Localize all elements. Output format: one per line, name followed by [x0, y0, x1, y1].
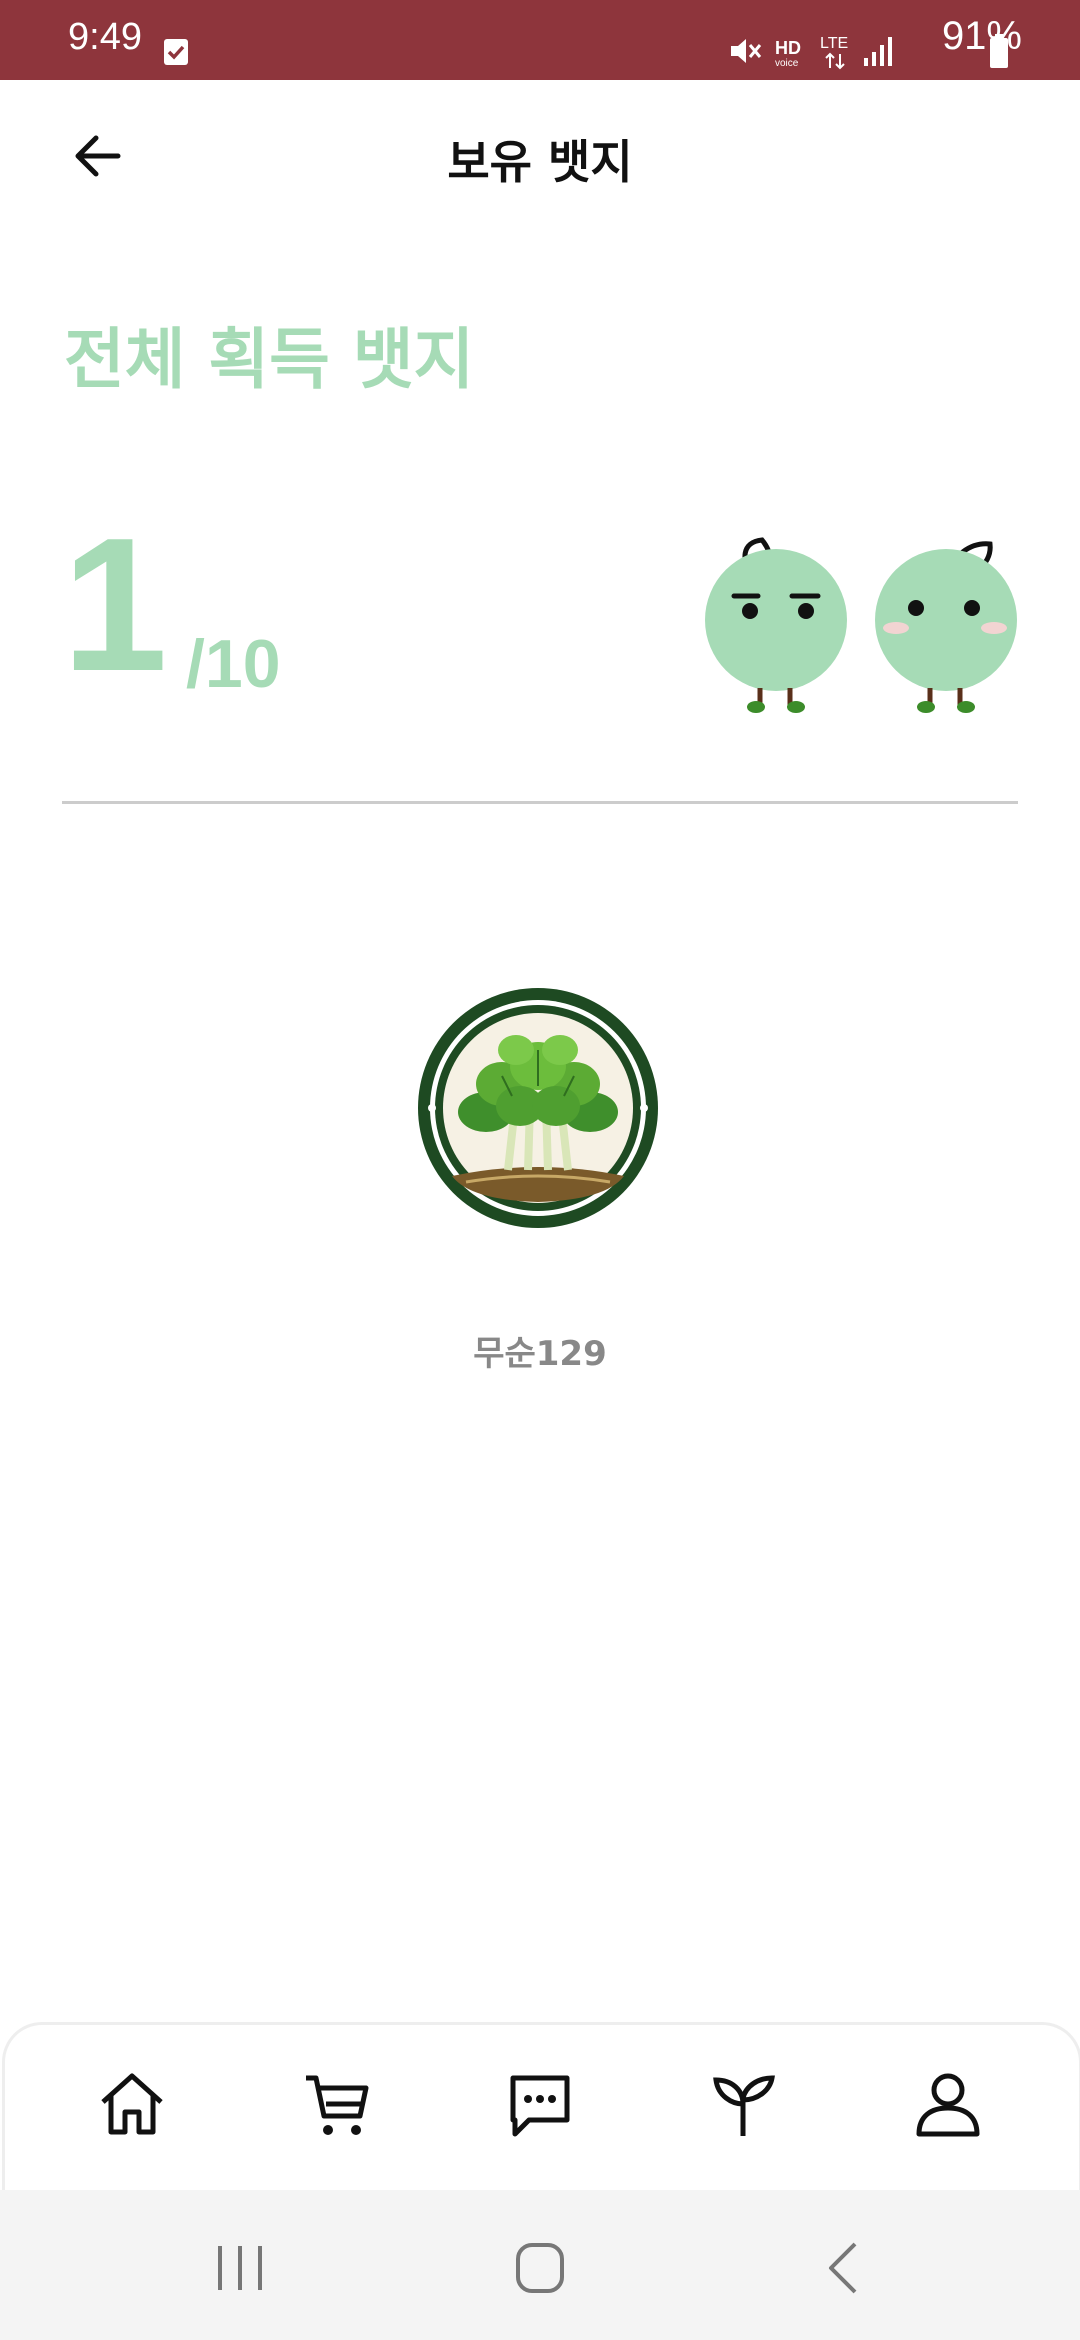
- badge-name: 무순129: [473, 1334, 607, 1374]
- home-icon[interactable]: [97, 2070, 167, 2140]
- signal-icon: [864, 37, 892, 66]
- svg-text:HD: HD: [775, 38, 801, 58]
- checkbox-notification-icon: [164, 39, 188, 65]
- sprout-icon[interactable]: [708, 2070, 778, 2140]
- page-title: 보유 뱃지: [447, 135, 633, 189]
- mute-icon: [731, 39, 762, 63]
- svg-text:voice: voice: [775, 58, 799, 69]
- total-count: /10: [186, 626, 281, 702]
- section-title: 전체 획득 뱃지: [64, 321, 475, 398]
- lte-icon: LTE: [820, 35, 848, 70]
- status-time: 9:49: [68, 16, 142, 58]
- pea-mascots-illustration: [705, 537, 1017, 713]
- hd-voice-icon: HD voice: [775, 38, 801, 69]
- status-bar: 9:49 HD voice LTE 91%: [0, 0, 1080, 80]
- cart-icon[interactable]: [302, 2070, 372, 2140]
- svg-text:LTE: LTE: [820, 35, 848, 52]
- back-chevron-icon[interactable]: [815, 2240, 875, 2296]
- mascot-right: [875, 541, 1017, 713]
- sprout-badge-icon[interactable]: [416, 986, 660, 1230]
- battery-icon: [990, 34, 1008, 68]
- divider: [62, 801, 1018, 804]
- mascot-left: [705, 537, 847, 713]
- home-circle-icon[interactable]: [510, 2240, 570, 2296]
- chat-icon[interactable]: [505, 2070, 575, 2140]
- earned-count: 1: [62, 499, 168, 711]
- profile-icon[interactable]: [913, 2070, 983, 2140]
- recent-apps-icon[interactable]: [210, 2240, 270, 2296]
